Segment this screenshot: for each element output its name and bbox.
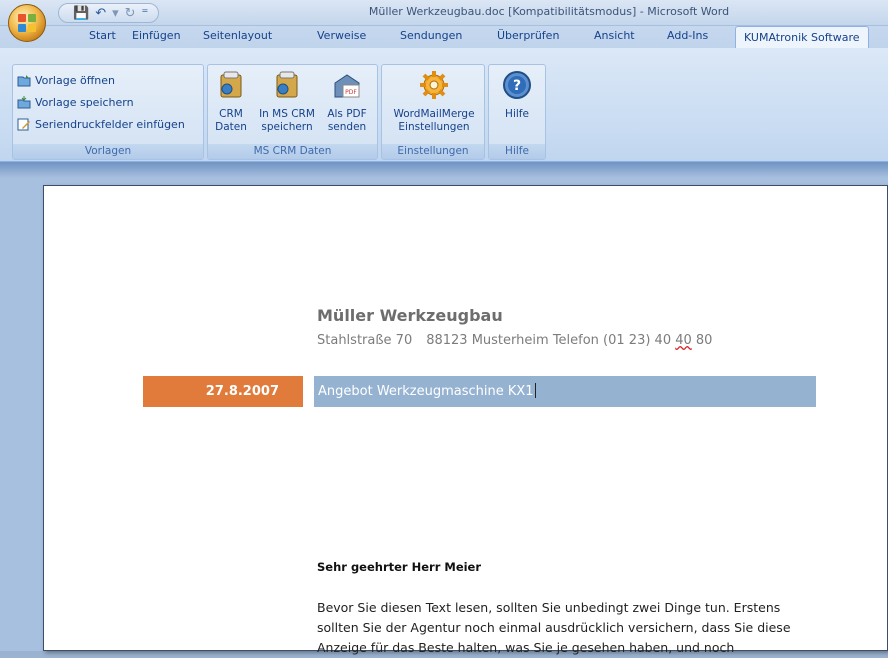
tab-start[interactable]: Start [89, 29, 116, 42]
crm-data-icon [220, 71, 242, 98]
office-logo-icon [18, 14, 36, 32]
group-ms-crm-daten: CRM Daten In MS CRM speichern PDF Als PD… [207, 64, 378, 160]
tab-verweise[interactable]: Verweise [317, 29, 366, 42]
save-template-icon [17, 96, 31, 109]
open-template-icon [17, 75, 31, 87]
company-name: Müller Werkzeugbau [317, 306, 503, 325]
pdf-badge-text: PDF [345, 89, 357, 96]
address-phone-suffix: 80 [691, 333, 713, 348]
office-button[interactable] [8, 4, 46, 42]
letter-date: 27.8.2007 [205, 384, 279, 399]
group-label-vorlagen: Vorlagen [13, 144, 203, 159]
document-area[interactable]: Müller Werkzeugbau Stahlstraße 70 88123 M… [0, 162, 888, 655]
address-city: 88123 Musterheim [426, 333, 549, 348]
als-pdf-line1: Als PDF [327, 108, 367, 120]
group-hilfe: ? Hilfe Hilfe [488, 64, 546, 160]
wordmailmerge-line1: WordMailMerge [393, 108, 475, 120]
als-pdf-senden-button[interactable]: PDF Als PDF senden [320, 69, 374, 134]
date-bar: 27.8.2007 [143, 376, 303, 407]
group-vorlagen: Vorlage öffnen Vorlage speichern Seriend… [12, 64, 204, 160]
in-ms-crm-line2: speichern [261, 121, 313, 133]
svg-text:?: ? [513, 78, 521, 94]
seriendruckfelder-einfuegen-button[interactable]: Seriendruckfelder einfügen [17, 117, 185, 131]
wordmailmerge-line2: Einstellungen [398, 121, 470, 133]
ribbon-tabs: Start Einfügen Seitenlayout Verweise Sen… [0, 26, 888, 49]
merge-fields-icon [17, 118, 30, 131]
wordmailmerge-einstellungen-button[interactable]: WordMailMerge Einstellungen [386, 69, 482, 134]
tab-einfuegen[interactable]: Einfügen [132, 29, 181, 42]
crm-daten-line1: CRM [219, 108, 243, 120]
address-phone-misspelled: 40 [675, 333, 692, 348]
in-ms-crm-speichern-button[interactable]: In MS CRM speichern [258, 69, 316, 134]
group-label-einstellungen: Einstellungen [382, 144, 484, 159]
tab-sendungen[interactable]: Sendungen [400, 29, 462, 42]
crm-daten-button[interactable]: CRM Daten [214, 69, 248, 134]
window-title: Müller Werkzeugbau.doc [Kompatibilitätsm… [0, 5, 888, 18]
letter-greeting: Sehr geehrter Herr Meier [317, 560, 482, 574]
crm-save-icon [276, 71, 298, 98]
seriendruckfelder-label: Seriendruckfelder einfügen [35, 117, 185, 131]
group-label-ms-crm-daten: MS CRM Daten [208, 144, 377, 159]
window-title-text: Müller Werkzeugbau.doc [Kompatibilitätsm… [368, 5, 730, 18]
tab-ansicht[interactable]: Ansicht [594, 29, 635, 42]
ribbon: Vorlage öffnen Vorlage speichern Seriend… [0, 48, 888, 162]
hilfe-button[interactable]: ? Hilfe [497, 69, 537, 121]
crm-daten-line2: Daten [215, 121, 247, 133]
vorlage-oeffnen-button[interactable]: Vorlage öffnen [17, 73, 115, 87]
in-ms-crm-line1: In MS CRM [259, 108, 315, 120]
gear-icon [420, 71, 448, 99]
als-pdf-line2: senden [327, 121, 367, 133]
vorlage-oeffnen-label: Vorlage öffnen [35, 73, 115, 87]
letter-subject: Angebot Werkzeugmaschine KX1 [318, 384, 534, 399]
address-street: Stahlstraße 70 [317, 333, 413, 348]
tab-seitenlayout[interactable]: Seitenlayout [203, 29, 272, 42]
text-cursor [534, 383, 536, 398]
vorlage-speichern-label: Vorlage speichern [35, 95, 134, 109]
vorlage-speichern-button[interactable]: Vorlage speichern [17, 95, 134, 109]
group-label-hilfe: Hilfe [489, 144, 545, 159]
address-phone-prefix: Telefon (01 23) 40 [552, 333, 676, 348]
document-page[interactable]: Müller Werkzeugbau Stahlstraße 70 88123 M… [43, 185, 888, 655]
subject-bar[interactable]: Angebot Werkzeugmaschine KX1 [314, 376, 816, 407]
pdf-send-icon: PDF [334, 74, 360, 98]
hilfe-label: Hilfe [505, 108, 529, 120]
tab-add-ins[interactable]: Add-Ins [667, 29, 708, 42]
company-address: Stahlstraße 70 88123 Musterheim Telefon (… [317, 333, 712, 348]
tab-ueberpruefen[interactable]: Überprüfen [497, 29, 559, 42]
help-icon: ? [503, 71, 531, 99]
title-bar: 💾 ↶ ▾ ↻ ⁼ Müller Werkzeugbau.doc [Kompat… [0, 0, 888, 42]
letter-body: Bevor Sie diesen Text lesen, sollten Sie… [317, 600, 791, 655]
tab-kumatronik-software[interactable]: KUMAtronik Software [735, 26, 869, 49]
group-einstellungen: WordMailMerge Einstellungen Einstellunge… [381, 64, 485, 160]
